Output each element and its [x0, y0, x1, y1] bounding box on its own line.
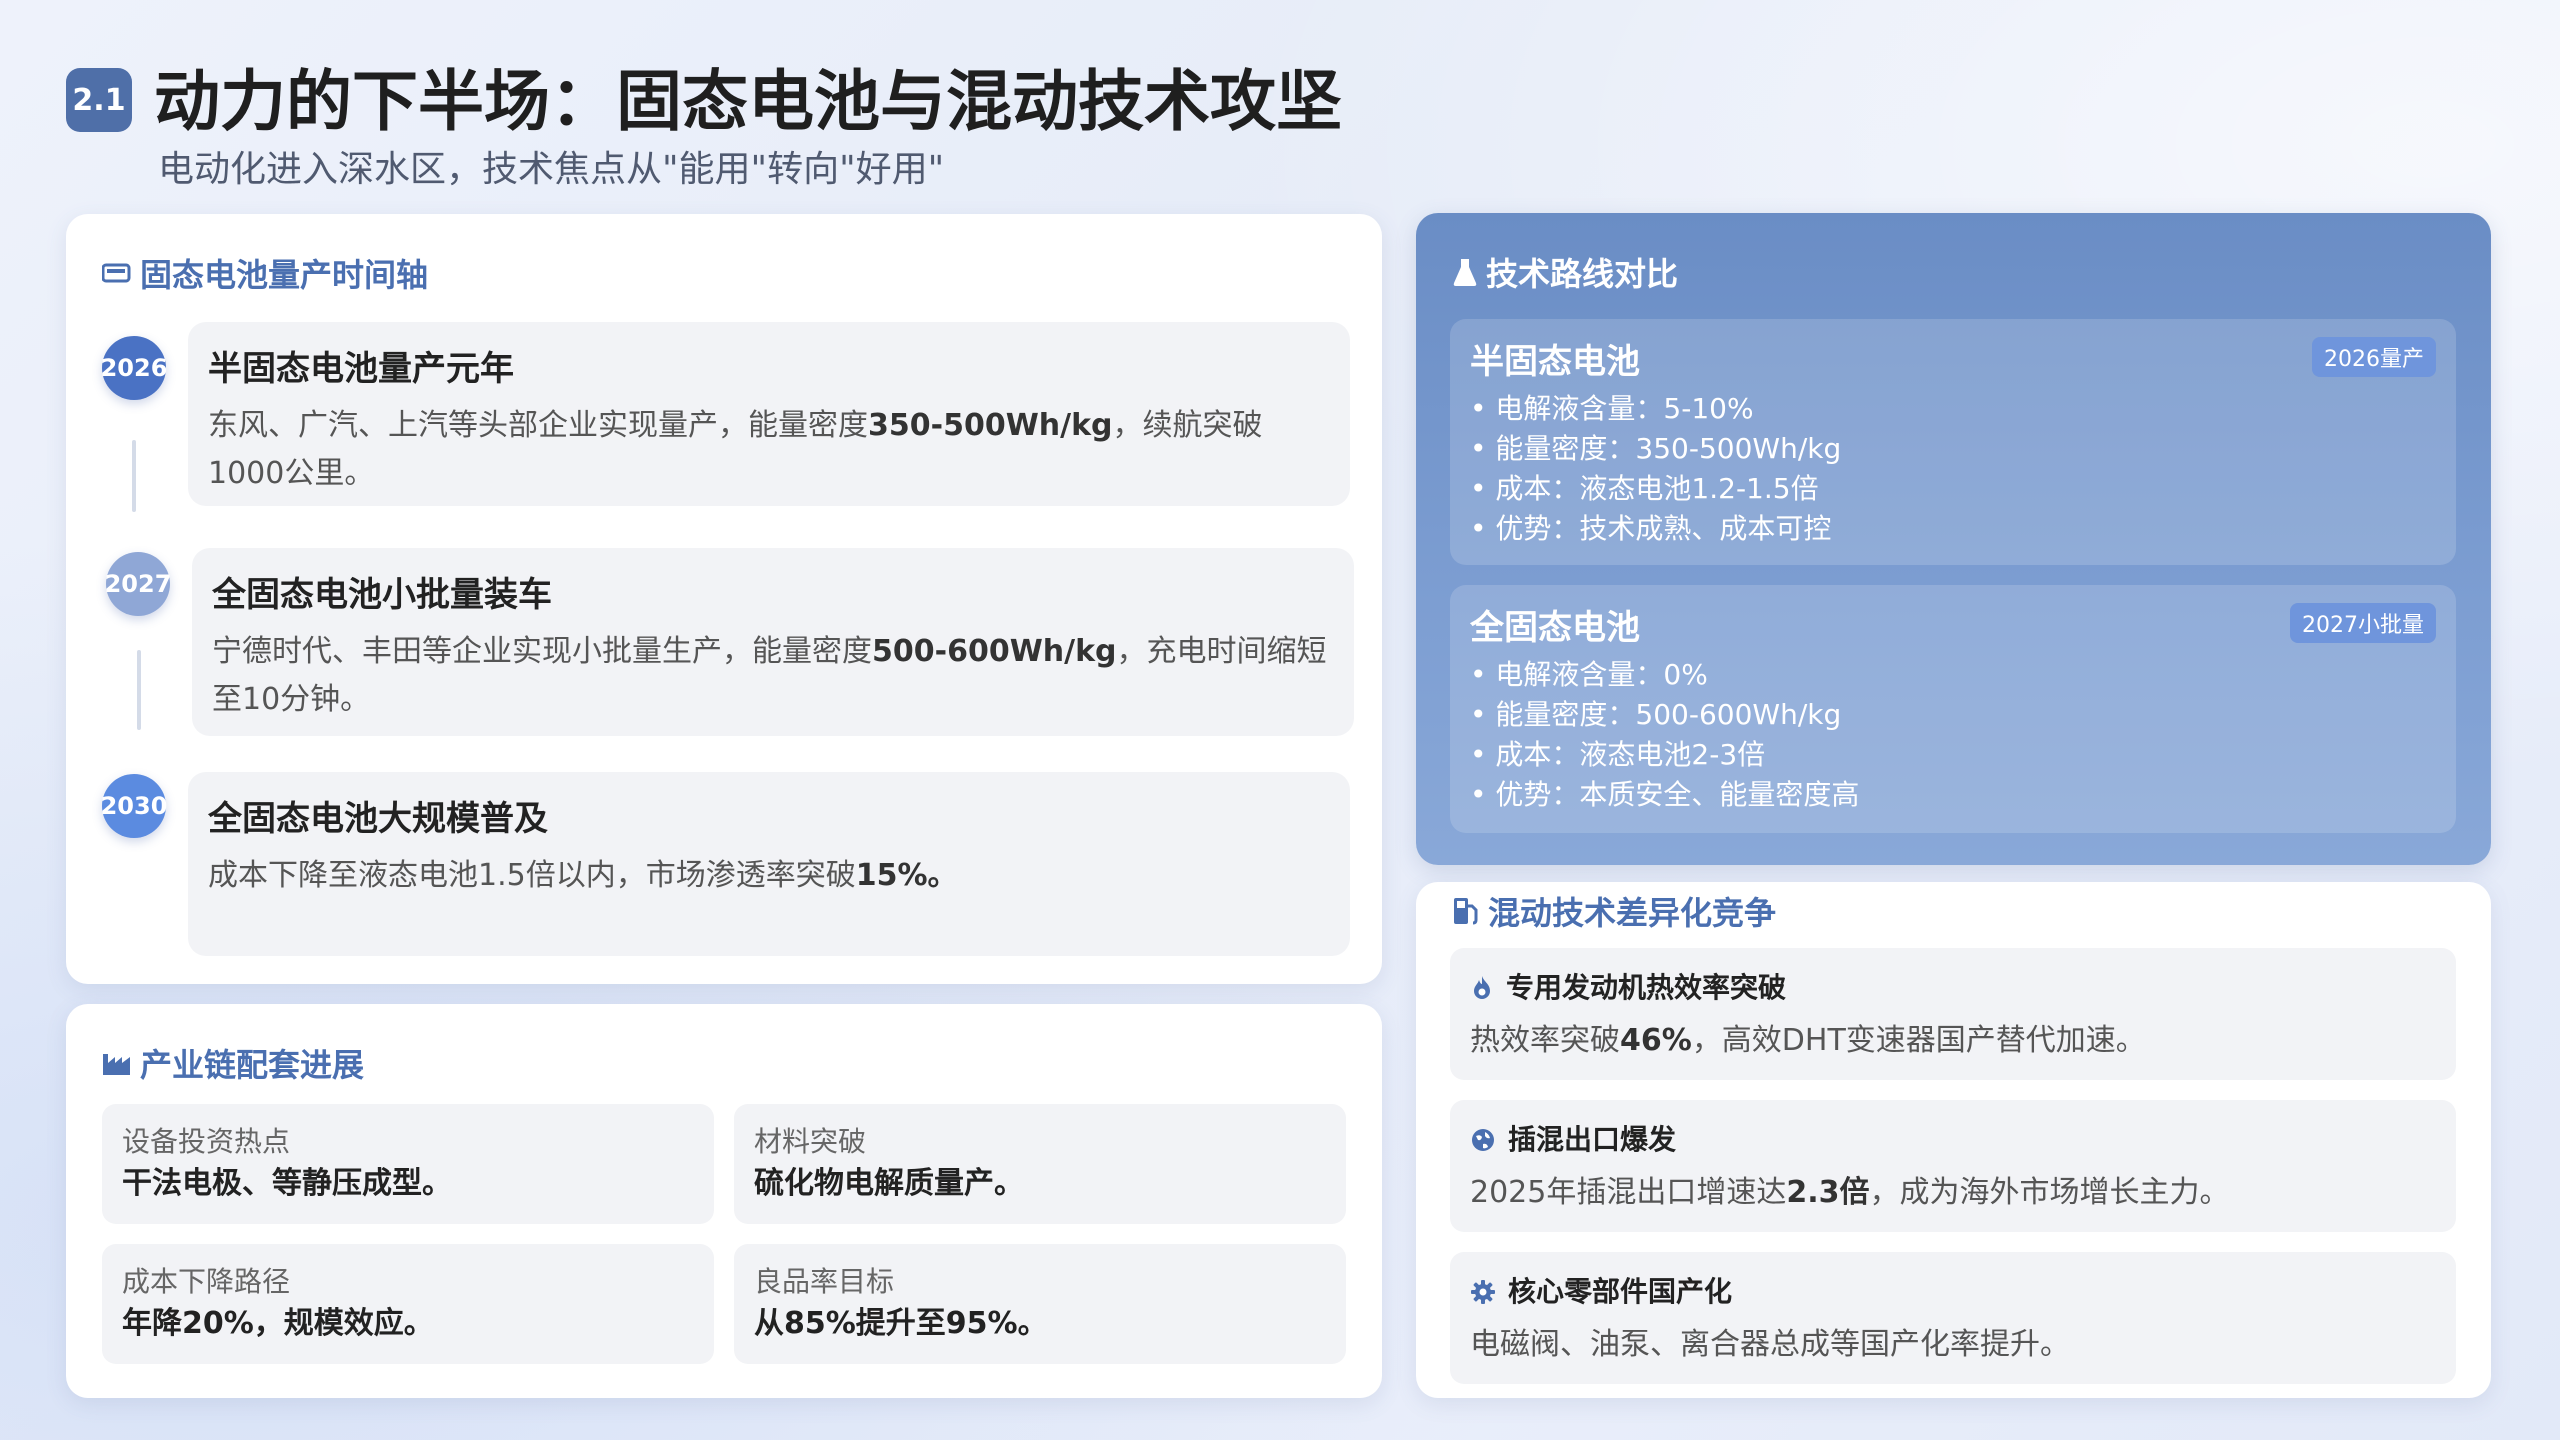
globe-icon	[1472, 1129, 1494, 1151]
page-title: 动力的下半场：固态电池与混动技术攻坚	[154, 63, 1342, 140]
industry-card: 产业链配套进展 设备投资热点 干法电极、等静压成型。 材料突破 硫化物电解质量产…	[66, 1004, 1382, 1398]
tech-route-tag: 2027小批量	[2290, 603, 2436, 643]
section-badge: 2.1	[66, 68, 132, 132]
tech-title-text: 技术路线对比	[1486, 255, 1679, 293]
hybrid-card: 混动技术差异化竞争 专用发动机热效率突破 热效率突破46%，高效DHT变速器国产…	[1416, 882, 2491, 1398]
tech-route-tag: 2026量产	[2312, 337, 2436, 377]
hybrid-item-heading: 核心零部件国产化	[1470, 1270, 2436, 1314]
timeline-item-text: 东风、广汽、上汽等头部企业实现量产，能量密度350-500Wh/kg，续航突破1…	[208, 408, 1263, 491]
industry-item: 良品率目标 从85%提升至95%。	[734, 1244, 1346, 1364]
tech-point: 能量密度：350-500Wh/kg	[1470, 429, 2436, 469]
hybrid-title: 混动技术差异化竞争	[1452, 888, 1776, 934]
industry-item-value: 年降20%，规模效应。	[122, 1306, 434, 1341]
industry-item: 成本下降路径 年降20%，规模效应。	[102, 1244, 714, 1364]
industry-item-label: 设备投资热点	[122, 1125, 291, 1158]
industry-item-label: 成本下降路径	[122, 1265, 291, 1298]
timeline-item-heading: 半固态电池量产元年	[208, 349, 514, 389]
year-dot-2030: 2030	[101, 774, 167, 838]
tech-point: 电解液含量：0%	[1470, 655, 2436, 695]
hybrid-item-heading: 插混出口爆发	[1470, 1118, 2436, 1162]
timeline-item: 半固态电池量产元年 东风、广汽、上汽等头部企业实现量产，能量密度350-500W…	[188, 322, 1350, 506]
industry-item: 设备投资热点 干法电极、等静压成型。	[102, 1104, 714, 1224]
hybrid-item-text: 2025年插混出口增速达2.3倍，成为海外市场增长主力。	[1470, 1175, 2230, 1210]
tech-point: 优势：技术成熟、成本可控	[1470, 509, 2436, 549]
tech-point: 电解液含量：5-10%	[1470, 389, 2436, 429]
flame-icon	[1474, 976, 1490, 999]
timeline-title: 固态电池量产时间轴	[102, 250, 428, 296]
gear-icon	[1471, 1280, 1495, 1304]
tech-route: 全固态电池 2027小批量 电解液含量：0% 能量密度：500-600Wh/kg…	[1450, 585, 2456, 833]
timeline-item-heading: 全固态电池大规模普及	[208, 799, 548, 839]
timeline-title-text: 固态电池量产时间轴	[140, 256, 429, 294]
hybrid-item: 核心零部件国产化 电磁阀、油泵、离合器总成等国产化率提升。	[1450, 1252, 2456, 1384]
page-subtitle: 电动化进入深水区，技术焦点从"能用"转向"好用"	[158, 149, 945, 190]
tech-route: 半固态电池 2026量产 电解液含量：5-10% 能量密度：350-500Wh/…	[1450, 319, 2456, 565]
timeline-item: 全固态电池大规模普及 成本下降至液态电池1.5倍以内，市场渗透率突破15%。	[188, 772, 1350, 956]
hybrid-item-text: 电磁阀、油泵、离合器总成等国产化率提升。	[1470, 1327, 2070, 1362]
tech-point: 成本：液态电池2-3倍	[1470, 735, 2436, 775]
hybrid-item: 插混出口爆发 2025年插混出口增速达2.3倍，成为海外市场增长主力。	[1450, 1100, 2456, 1232]
flask-icon	[1453, 259, 1477, 286]
tech-route-name: 半固态电池	[1470, 342, 1640, 382]
year-dot-2027: 2027	[105, 552, 171, 616]
hybrid-item: 专用发动机热效率突破 热效率突破46%，高效DHT变速器国产替代加速。	[1450, 948, 2456, 1080]
industry-item-value: 干法电极、等静压成型。	[122, 1166, 452, 1201]
industry-title: 产业链配套进展	[102, 1040, 364, 1086]
industry-item: 材料突破 硫化物电解质量产。	[734, 1104, 1346, 1224]
timeline-item: 全固态电池小批量装车 宁德时代、丰田等企业实现小批量生产，能量密度500-600…	[192, 548, 1354, 736]
fuel-pump-icon	[1454, 898, 1478, 925]
tech-point: 优势：本质安全、能量密度高	[1470, 775, 2436, 815]
industry-item-value: 硫化物电解质量产。	[754, 1166, 1024, 1201]
industry-item-label: 材料突破	[754, 1125, 867, 1158]
battery-icon	[102, 263, 131, 283]
year-dot-2026: 2026	[101, 336, 167, 400]
timeline-item-text: 宁德时代、丰田等企业实现小批量生产，能量密度500-600Wh/kg，充电时间缩…	[212, 634, 1327, 717]
timeline-connector	[132, 440, 136, 512]
hybrid-title-text: 混动技术差异化竞争	[1488, 894, 1777, 932]
timeline-item-text: 成本下降至液态电池1.5倍以内，市场渗透率突破15%。	[208, 858, 958, 893]
timeline-item-heading: 全固态电池小批量装车	[212, 575, 552, 615]
factory-icon	[103, 1054, 130, 1075]
tech-point: 成本：液态电池1.2-1.5倍	[1470, 469, 2436, 509]
timeline-card: 固态电池量产时间轴 2026 半固态电池量产元年 东风、广汽、上汽等头部企业实现…	[66, 214, 1382, 984]
industry-item-value: 从85%提升至95%。	[754, 1306, 1048, 1341]
tech-title: 技术路线对比	[1452, 249, 1678, 295]
hybrid-item-heading: 专用发动机热效率突破	[1470, 966, 2436, 1010]
timeline-connector	[137, 650, 141, 730]
hybrid-item-text: 热效率突破46%，高效DHT变速器国产替代加速。	[1470, 1023, 2146, 1058]
tech-point: 能量密度：500-600Wh/kg	[1470, 695, 2436, 735]
industry-item-label: 良品率目标	[754, 1265, 895, 1298]
tech-compare-card: 技术路线对比 半固态电池 2026量产 电解液含量：5-10% 能量密度：350…	[1416, 213, 2491, 865]
industry-title-text: 产业链配套进展	[140, 1046, 365, 1084]
